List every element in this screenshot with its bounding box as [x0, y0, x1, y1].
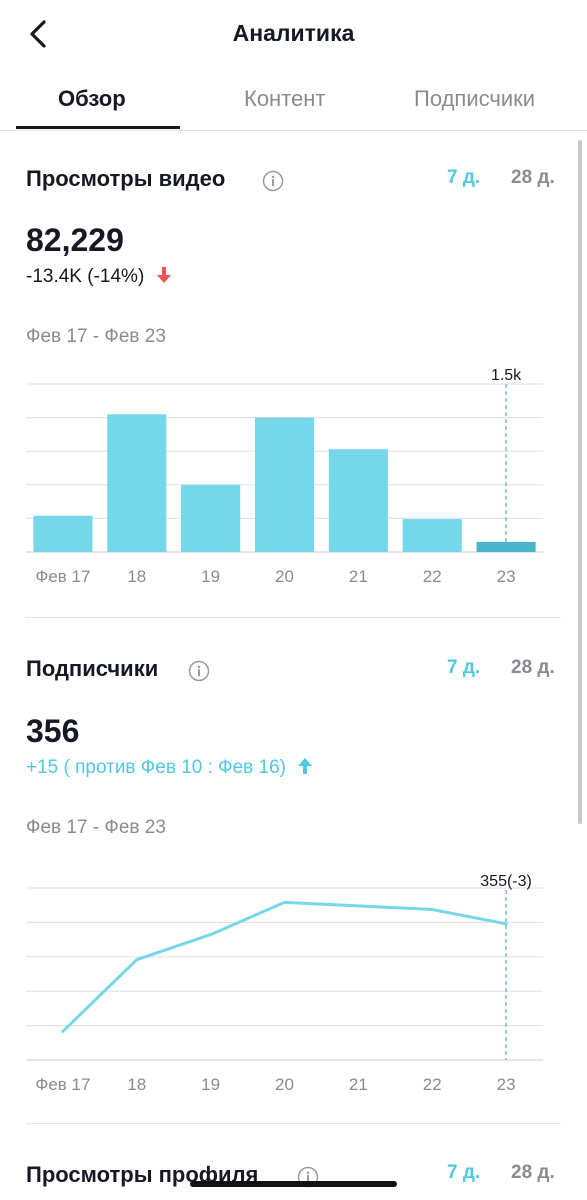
section-divider [26, 617, 561, 618]
section-divider [26, 1123, 561, 1124]
series-line [61, 900, 508, 1033]
bar [181, 484, 241, 552]
x-tick-label: 18 [127, 567, 146, 586]
followers-date-range: Фев 17 - Фев 23 [26, 817, 166, 838]
bar [33, 515, 93, 552]
info-icon[interactable] [188, 660, 210, 682]
x-tick-label: Фев 17 [35, 567, 90, 586]
x-tick-label: 22 [423, 1075, 442, 1094]
page-title: Аналитика [232, 20, 355, 46]
bar [402, 519, 462, 552]
followers-change: +15 ( против Фев 10 : Фев 16) [26, 757, 313, 779]
period-7-days-button[interactable]: 7 д. [447, 657, 480, 679]
x-tick-label: 21 [349, 1075, 368, 1094]
bar [328, 449, 388, 552]
x-tick-label: 20 [275, 567, 294, 586]
tab-followers[interactable]: Подписчики [414, 86, 535, 112]
home-indicator [190, 1181, 397, 1187]
tooltip-label: 1.5k [491, 367, 522, 384]
tooltip-label: 355(-3) [480, 873, 532, 890]
x-tick-label: 19 [201, 567, 220, 586]
video-views-total: 82,229 [26, 222, 124, 258]
video-views-change: -13.4K (-14%) [26, 266, 172, 288]
period-28-days-button[interactable]: 28 д. [511, 1162, 555, 1184]
video-views-date-range: Фев 17 - Фев 23 [26, 326, 166, 347]
x-tick-label: 23 [497, 567, 516, 586]
followers-title: Подписчики [26, 656, 159, 681]
data-point [356, 904, 360, 908]
arrow-up-icon [298, 758, 313, 774]
followers-line-chart: 355(-3) Фев 17 18 19 20 21 22 23 [26, 873, 543, 1094]
change-value: +15 ( против Фев 10 : Фев 16) [26, 757, 287, 778]
x-tick-label: Фев 17 [35, 1075, 90, 1094]
data-point [61, 1029, 65, 1033]
data-point [430, 908, 434, 911]
change-value: -13.4K (-14%) [26, 266, 145, 287]
tab-bar: Обзор Контент Подписчики [0, 78, 587, 131]
tab-overview[interactable]: Обзор [58, 86, 126, 112]
data-point [504, 922, 508, 926]
period-28-days-button[interactable]: 28 д. [511, 167, 555, 189]
active-tab-indicator [16, 126, 180, 129]
period-7-days-button[interactable]: 7 д. [447, 1162, 480, 1184]
top-bar: Аналитика [0, 0, 587, 68]
data-point [209, 933, 213, 937]
arrow-down-icon [156, 267, 171, 283]
video-views-title: Просмотры видео [26, 166, 226, 191]
x-tick-label: 20 [275, 1075, 294, 1094]
x-tick-label: 18 [127, 1075, 146, 1094]
period-28-days-button[interactable]: 28 д. [511, 657, 555, 679]
tab-content[interactable]: Контент [244, 86, 326, 112]
info-icon[interactable] [262, 170, 284, 192]
x-tick-label: 21 [349, 567, 368, 586]
x-tick-label: 22 [423, 567, 442, 586]
data-point [283, 900, 286, 904]
bar [107, 414, 167, 552]
x-tick-label: 19 [201, 1075, 220, 1094]
bar [254, 417, 315, 552]
x-tick-label: 23 [497, 1075, 516, 1094]
followers-total: 356 [26, 713, 80, 749]
video-views-bar-chart: 1.5k Фев 17 18 19 20 21 22 23 [26, 367, 543, 586]
data-point [135, 958, 139, 962]
period-7-days-button[interactable]: 7 д. [447, 167, 480, 189]
